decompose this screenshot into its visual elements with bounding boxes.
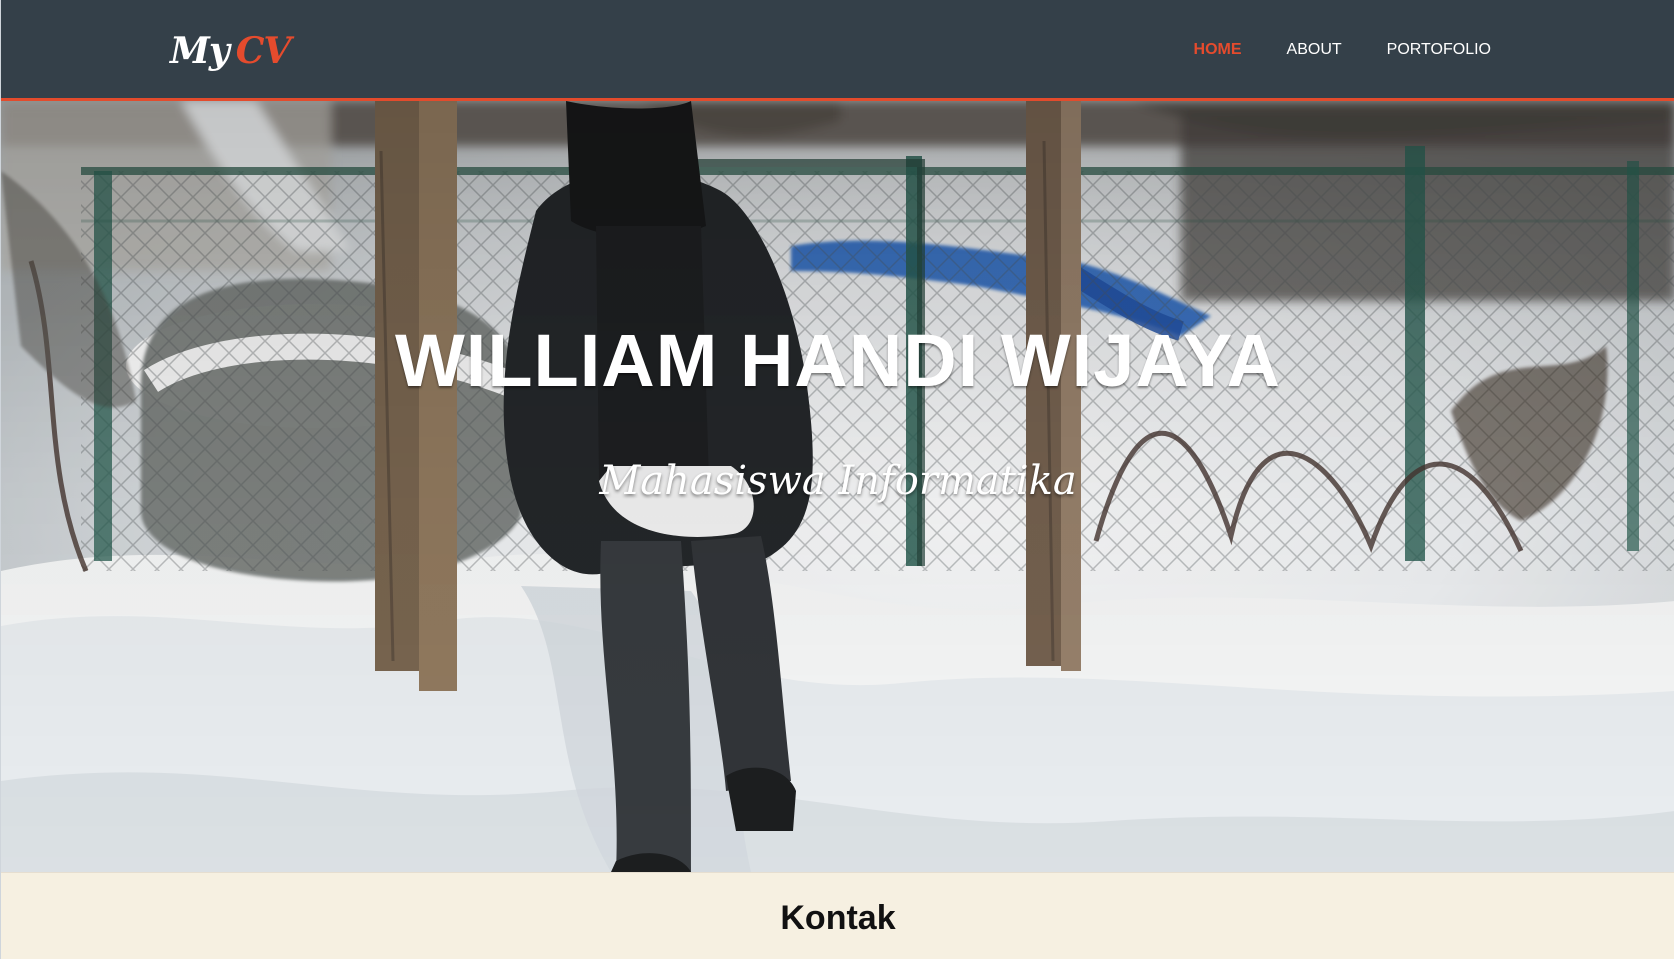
contact-heading: Kontak [780,899,896,937]
hero-subtitle: Mahasiswa Informatika [599,458,1077,504]
nav-item-portofolio: PORTOFOLIO [1387,38,1491,62]
nav-item-about: ABOUT [1287,38,1342,62]
brand-cv-text: CV [235,30,292,72]
page: My CV HOME ABOUT PORTOFOLIO WILLIAM HAND… [0,0,1674,959]
nav-menu: HOME ABOUT PORTOFOLIO [1194,38,1491,62]
nav-item-home: HOME [1194,38,1242,62]
hero-name-heading: WILLIAM HANDI WIJAYA [394,319,1282,402]
nav-link-about[interactable]: ABOUT [1287,38,1342,62]
contact-section: Kontak [1,872,1674,959]
brand-my-text: My [170,30,230,72]
hero-section: WILLIAM HANDI WIJAYA Mahasiswa Informati… [1,101,1674,872]
nav-link-home[interactable]: HOME [1194,38,1242,62]
brand-logo-link[interactable]: My CV [170,30,292,72]
nav-link-portofolio[interactable]: PORTOFOLIO [1387,38,1491,62]
top-navbar: My CV HOME ABOUT PORTOFOLIO [1,0,1674,101]
